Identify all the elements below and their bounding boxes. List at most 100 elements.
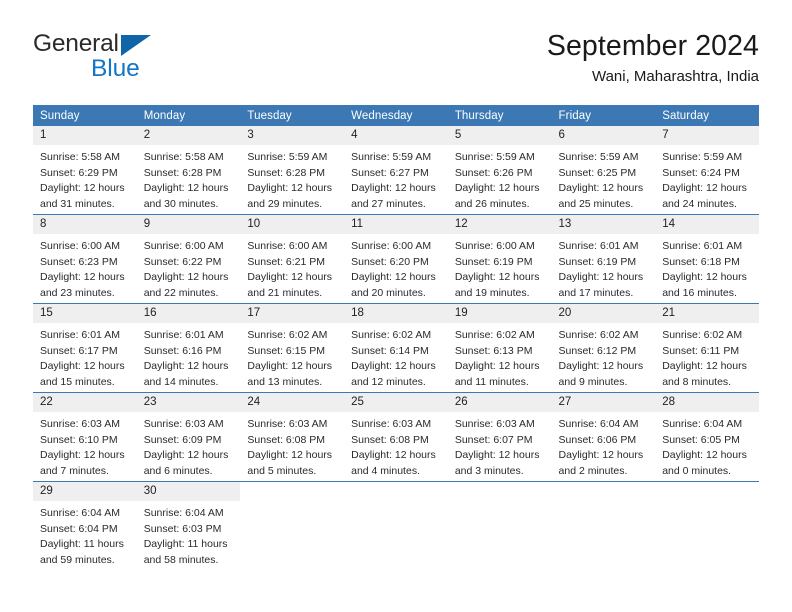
week-row: 15 Sunrise: 6:01 AM Sunset: 6:17 PM Dayl… bbox=[33, 303, 759, 393]
day-cell[interactable]: 11 Sunrise: 6:00 AM Sunset: 6:20 PM Dayl… bbox=[344, 214, 448, 304]
daylight-text-line1: Daylight: 12 hours bbox=[247, 182, 333, 195]
daylight-text-line1: Daylight: 12 hours bbox=[558, 271, 644, 284]
day-number: 13 bbox=[551, 215, 656, 235]
day-cell[interactable]: 1 Sunrise: 5:58 AM Sunset: 6:29 PM Dayli… bbox=[33, 126, 137, 215]
day-cell[interactable]: 3 Sunrise: 5:59 AM Sunset: 6:28 PM Dayli… bbox=[240, 126, 345, 215]
day-number: 18 bbox=[344, 304, 448, 324]
sunrise-text: Sunrise: 6:04 AM bbox=[662, 418, 743, 431]
day-cell[interactable]: 10 Sunrise: 6:00 AM Sunset: 6:21 PM Dayl… bbox=[240, 214, 345, 304]
daylight-text-line2: and 3 minutes. bbox=[454, 464, 524, 477]
daylight-text-line1: Daylight: 12 hours bbox=[351, 360, 436, 373]
day-cell[interactable]: 28 Sunrise: 6:04 AM Sunset: 6:05 PM Dayl… bbox=[655, 392, 759, 482]
day-details: Sunrise: 5:58 AM Sunset: 6:28 PM Dayligh… bbox=[137, 145, 241, 212]
day-details: Sunrise: 6:00 AM Sunset: 6:20 PM Dayligh… bbox=[344, 234, 448, 301]
weekday-header-tuesday: Tuesday bbox=[240, 105, 345, 126]
daylight-text-line1: Daylight: 12 hours bbox=[40, 182, 125, 195]
day-cell[interactable]: 25 Sunrise: 6:03 AM Sunset: 6:08 PM Dayl… bbox=[344, 392, 448, 482]
day-cell[interactable]: 14 Sunrise: 6:01 AM Sunset: 6:18 PM Dayl… bbox=[655, 214, 759, 304]
day-cell[interactable]: 22 Sunrise: 6:03 AM Sunset: 6:10 PM Dayl… bbox=[33, 392, 137, 482]
day-number bbox=[655, 482, 759, 501]
day-number: 26 bbox=[447, 393, 552, 413]
day-cell[interactable]: 17 Sunrise: 6:02 AM Sunset: 6:15 PM Dayl… bbox=[240, 303, 345, 393]
day-details: Sunrise: 5:59 AM Sunset: 6:28 PM Dayligh… bbox=[240, 145, 344, 212]
day-cell[interactable]: 26 Sunrise: 6:03 AM Sunset: 6:07 PM Dayl… bbox=[447, 392, 552, 482]
day-cell[interactable]: 19 Sunrise: 6:02 AM Sunset: 6:13 PM Dayl… bbox=[447, 303, 552, 393]
daylight-text-line1: Daylight: 12 hours bbox=[662, 271, 747, 284]
day-cell[interactable]: 18 Sunrise: 6:02 AM Sunset: 6:14 PM Dayl… bbox=[344, 303, 448, 393]
day-cell[interactable]: 30 Sunrise: 6:04 AM Sunset: 6:03 PM Dayl… bbox=[136, 481, 241, 570]
day-cell[interactable]: 6 Sunrise: 5:59 AM Sunset: 6:25 PM Dayli… bbox=[551, 126, 656, 215]
day-cell[interactable]: 8 Sunrise: 6:00 AM Sunset: 6:23 PM Dayli… bbox=[33, 214, 137, 304]
day-details: Sunrise: 6:00 AM Sunset: 6:22 PM Dayligh… bbox=[137, 234, 241, 301]
day-details: Sunrise: 6:00 AM Sunset: 6:21 PM Dayligh… bbox=[240, 234, 344, 301]
sunset-text: Sunset: 6:20 PM bbox=[351, 255, 429, 268]
daylight-text-line1: Daylight: 12 hours bbox=[454, 182, 540, 195]
daylight-text-line1: Daylight: 12 hours bbox=[558, 360, 644, 373]
day-cell[interactable]: 24 Sunrise: 6:03 AM Sunset: 6:08 PM Dayl… bbox=[240, 392, 345, 482]
day-cell[interactable]: 23 Sunrise: 6:03 AM Sunset: 6:09 PM Dayl… bbox=[136, 392, 241, 482]
day-cell-empty bbox=[655, 481, 759, 570]
day-number: 5 bbox=[447, 126, 552, 146]
week-row: 8 Sunrise: 6:00 AM Sunset: 6:23 PM Dayli… bbox=[33, 214, 759, 304]
sunset-text: Sunset: 6:06 PM bbox=[558, 433, 637, 446]
day-number: 27 bbox=[551, 393, 656, 413]
day-number: 1 bbox=[33, 126, 137, 146]
sunset-text: Sunset: 6:10 PM bbox=[40, 433, 118, 446]
sunset-text: Sunset: 6:09 PM bbox=[143, 433, 222, 446]
day-cell-empty bbox=[551, 481, 656, 570]
daylight-text-line2: and 6 minutes. bbox=[143, 464, 213, 477]
daylight-text-line2: and 2 minutes. bbox=[558, 464, 628, 477]
weekday-header-sunday: Sunday bbox=[33, 105, 137, 126]
day-cell-empty bbox=[344, 481, 448, 570]
daylight-text-line1: Daylight: 12 hours bbox=[247, 271, 333, 284]
sunset-text: Sunset: 6:28 PM bbox=[143, 166, 222, 179]
day-details: Sunrise: 6:00 AM Sunset: 6:23 PM Dayligh… bbox=[33, 234, 137, 301]
sunset-text: Sunset: 6:15 PM bbox=[247, 344, 326, 357]
day-cell[interactable]: 21 Sunrise: 6:02 AM Sunset: 6:11 PM Dayl… bbox=[655, 303, 759, 393]
day-number: 20 bbox=[551, 304, 656, 324]
daylight-text-line1: Daylight: 12 hours bbox=[40, 449, 125, 462]
day-cell[interactable]: 7 Sunrise: 5:59 AM Sunset: 6:24 PM Dayli… bbox=[655, 126, 759, 215]
day-number: 30 bbox=[136, 482, 241, 502]
day-cell[interactable]: 4 Sunrise: 5:59 AM Sunset: 6:27 PM Dayli… bbox=[344, 126, 448, 215]
day-number: 3 bbox=[240, 126, 345, 146]
daylight-text-line1: Daylight: 12 hours bbox=[351, 271, 436, 284]
day-cell[interactable]: 2 Sunrise: 5:58 AM Sunset: 6:28 PM Dayli… bbox=[136, 126, 241, 215]
daylight-text-line2: and 20 minutes. bbox=[351, 286, 426, 299]
daylight-text-line2: and 4 minutes. bbox=[351, 464, 420, 477]
logo-text-general: General bbox=[33, 30, 119, 57]
day-number: 23 bbox=[136, 393, 241, 413]
sunrise-text: Sunrise: 5:59 AM bbox=[558, 151, 639, 164]
daylight-text-line1: Daylight: 12 hours bbox=[351, 449, 436, 462]
day-number: 24 bbox=[240, 393, 345, 413]
daylight-text-line2: and 19 minutes. bbox=[454, 286, 530, 299]
sunset-text: Sunset: 6:21 PM bbox=[247, 255, 326, 268]
weekday-header-saturday: Saturday bbox=[655, 105, 759, 126]
sunset-text: Sunset: 6:24 PM bbox=[662, 166, 740, 179]
day-cell[interactable]: 27 Sunrise: 6:04 AM Sunset: 6:06 PM Dayl… bbox=[551, 392, 656, 482]
daylight-text-line1: Daylight: 12 hours bbox=[40, 360, 125, 373]
day-cell[interactable]: 16 Sunrise: 6:01 AM Sunset: 6:16 PM Dayl… bbox=[136, 303, 241, 393]
sunset-text: Sunset: 6:22 PM bbox=[143, 255, 222, 268]
day-cell-empty bbox=[447, 481, 552, 570]
sunrise-text: Sunrise: 5:59 AM bbox=[454, 151, 535, 164]
daylight-text-line2: and 21 minutes. bbox=[247, 286, 323, 299]
daylight-text-line2: and 8 minutes. bbox=[662, 375, 732, 388]
general-blue-logo[interactable]: General Blue bbox=[33, 30, 233, 90]
sunset-text: Sunset: 6:19 PM bbox=[454, 255, 533, 268]
day-cell[interactable]: 12 Sunrise: 6:00 AM Sunset: 6:19 PM Dayl… bbox=[447, 214, 552, 304]
day-cell[interactable]: 20 Sunrise: 6:02 AM Sunset: 6:12 PM Dayl… bbox=[551, 303, 656, 393]
day-cell[interactable]: 13 Sunrise: 6:01 AM Sunset: 6:19 PM Dayl… bbox=[551, 214, 656, 304]
weekday-header-friday: Friday bbox=[551, 105, 656, 126]
day-details: Sunrise: 6:00 AM Sunset: 6:19 PM Dayligh… bbox=[448, 234, 552, 301]
sunset-text: Sunset: 6:08 PM bbox=[247, 433, 326, 446]
logo-triangle-icon bbox=[121, 35, 151, 56]
day-cell[interactable]: 29 Sunrise: 6:04 AM Sunset: 6:04 PM Dayl… bbox=[33, 481, 137, 570]
day-cell[interactable]: 5 Sunrise: 5:59 AM Sunset: 6:26 PM Dayli… bbox=[447, 126, 552, 215]
day-cell[interactable]: 15 Sunrise: 6:01 AM Sunset: 6:17 PM Dayl… bbox=[33, 303, 137, 393]
day-cell[interactable]: 9 Sunrise: 6:00 AM Sunset: 6:22 PM Dayli… bbox=[136, 214, 241, 304]
day-details: Sunrise: 6:03 AM Sunset: 6:08 PM Dayligh… bbox=[344, 412, 448, 479]
day-number bbox=[447, 482, 552, 501]
sunset-text: Sunset: 6:25 PM bbox=[558, 166, 637, 179]
sunset-text: Sunset: 6:12 PM bbox=[558, 344, 637, 357]
